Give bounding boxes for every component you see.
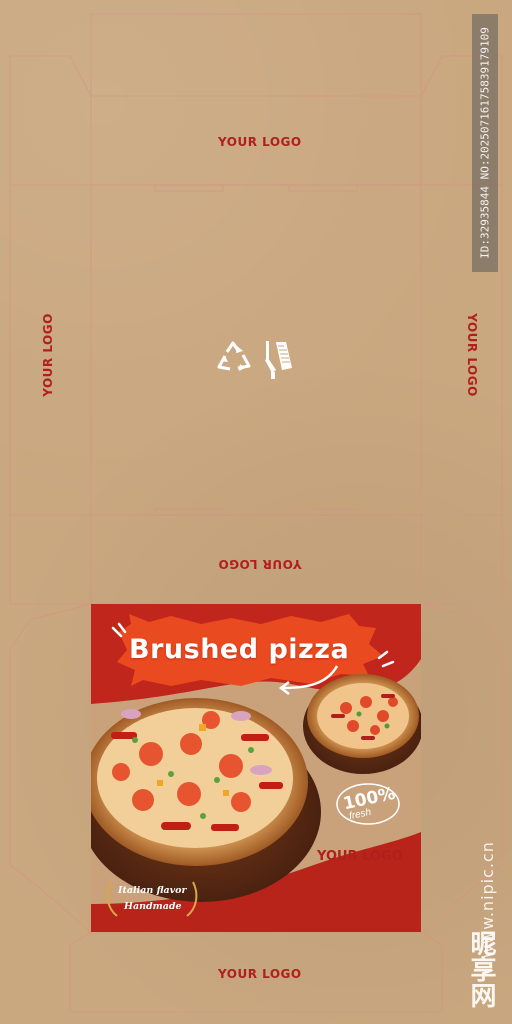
watermark-id-text: ID:32935844 NO:20250716175839179109 bbox=[478, 27, 492, 259]
logo-top: YOUR LOGO bbox=[218, 135, 302, 149]
headline: Brushed pizza bbox=[129, 634, 350, 665]
panel-logo: YOUR LOGO bbox=[317, 849, 403, 864]
badge-line-1: Italian flavor bbox=[118, 885, 187, 896]
recycle-icon bbox=[217, 341, 251, 371]
logo-left-side: YOUR LOGO bbox=[40, 313, 55, 397]
knife-icon bbox=[265, 341, 292, 379]
logo-right-side: YOUR LOGO bbox=[464, 313, 479, 397]
printed-panel: Brushed pizza 100% fresh YOUR LOGO Itali… bbox=[91, 604, 421, 932]
watermark-id-box: ID:32935844 NO:20250716175839179109 bbox=[472, 14, 498, 272]
logo-inner-flipped: YOUR LOGO bbox=[218, 557, 302, 571]
pizza-box-dieline: YOUR LOGO YOUR LOGO YOUR LOGO YOUR LOGO … bbox=[0, 0, 512, 1024]
badge-line-2: Handmade bbox=[124, 901, 182, 912]
watermark-brand: 昵享网 bbox=[466, 930, 496, 1008]
logo-bottom: YOUR LOGO bbox=[218, 967, 302, 981]
